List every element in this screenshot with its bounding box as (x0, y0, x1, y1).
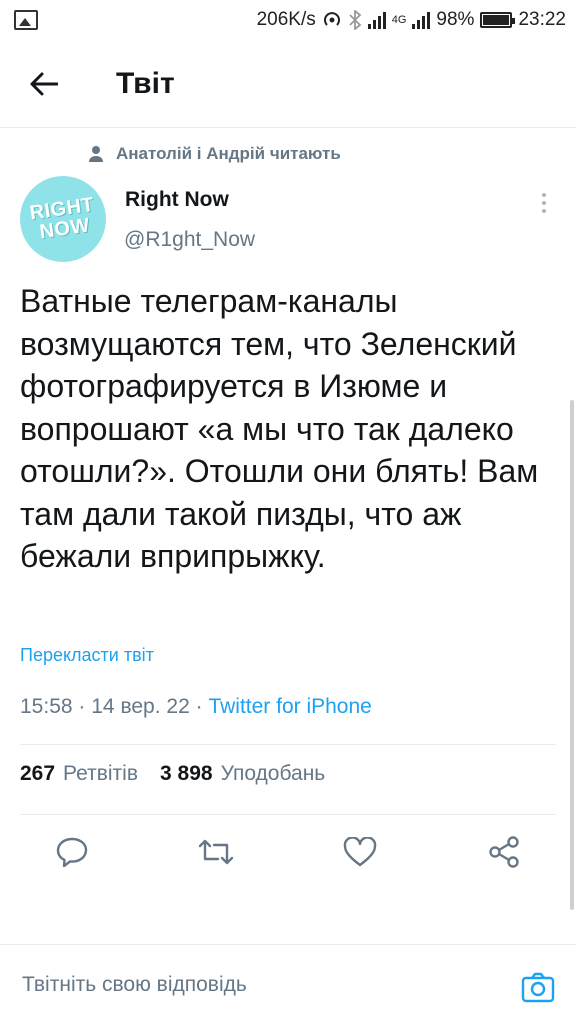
network-type: 4G (391, 14, 407, 26)
reply-icon (56, 837, 88, 868)
page-title: Твіт (116, 66, 175, 100)
likes-label: Уподобань (220, 762, 326, 785)
reply-button[interactable] (52, 832, 92, 872)
battery-icon (480, 12, 516, 28)
tweet-time: 15:58 (20, 695, 73, 718)
camera-button[interactable] (518, 967, 558, 1007)
retweet-icon (198, 839, 234, 865)
tweet-actions (0, 832, 576, 876)
clock: 23:22 (518, 9, 566, 30)
reply-composer: Твітніть свою відповідь (0, 944, 576, 1024)
divider (20, 814, 556, 815)
bluetooth-icon (349, 10, 362, 30)
image-icon (14, 10, 38, 30)
more-vertical-icon (542, 193, 546, 197)
tweet-date: 14 вер. 22 (91, 695, 190, 718)
status-bar: 206K/s 4G 98% 23:22 (0, 0, 576, 40)
more-options-button[interactable] (530, 188, 558, 218)
likes-count: 3 898 (160, 762, 213, 785)
tweet-text: Ватные телеграм-каналы возмущаются тем, … (20, 283, 539, 574)
retweet-button[interactable] (196, 832, 236, 872)
person-icon (89, 146, 103, 162)
top-app-bar: Твіт (0, 40, 576, 128)
avatar-logo: RIGHT NOW (28, 194, 98, 244)
likes-stat[interactable]: 3 898 Уподобань (160, 762, 325, 786)
retweets-count: 267 (20, 762, 56, 785)
back-button[interactable] (14, 54, 74, 114)
retweets-label: Ретвітів (63, 762, 138, 785)
camera-icon (521, 972, 555, 1003)
arrow-left-icon (30, 72, 58, 95)
social-context-text: Анатолій і Андрій читають (116, 144, 341, 163)
meta-separator: · (195, 695, 203, 718)
scrollbar[interactable] (570, 400, 574, 910)
retweets-stat[interactable]: 267 Ретвітів (20, 762, 138, 786)
tweet-stats: 267 Ретвітів 3 898 Уподобань (20, 762, 325, 786)
like-button[interactable] (340, 832, 380, 872)
share-button[interactable] (484, 832, 524, 872)
tweet-meta: 15:58 · 14 вер. 22 · Twitter for iPhone (20, 695, 372, 719)
avatar[interactable]: RIGHT NOW (20, 176, 106, 262)
author-name[interactable]: Right Now (125, 188, 229, 212)
author-handle[interactable]: @R1ght_Now (124, 228, 255, 252)
network-speed: 206K/s (256, 9, 316, 30)
like-icon (343, 837, 377, 867)
battery-percent: 98% (436, 9, 475, 30)
signal-icon (367, 11, 386, 29)
more-dot (542, 201, 546, 205)
reply-input[interactable]: Твітніть свою відповідь (22, 973, 247, 997)
translate-link[interactable]: Перекласти твіт (20, 645, 154, 666)
meta-separator: · (78, 695, 86, 718)
tweet-source-link[interactable]: Twitter for iPhone (208, 695, 371, 718)
divider (20, 744, 556, 745)
hotspot-icon (323, 12, 340, 26)
share-icon (489, 836, 519, 868)
social-context[interactable]: Анатолій і Андрій читають (88, 144, 341, 164)
signal-icon-2 (412, 11, 431, 29)
more-dot (542, 209, 546, 213)
